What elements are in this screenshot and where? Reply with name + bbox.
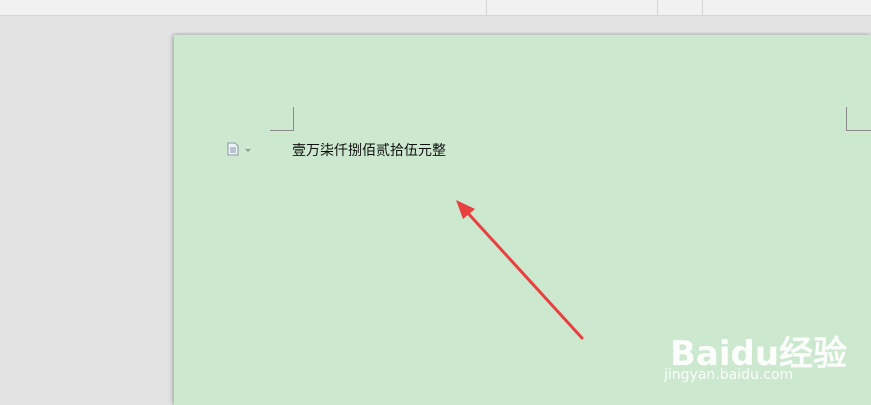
margin-corner-top-right: [846, 107, 871, 131]
paragraph-handle[interactable]: [226, 142, 251, 158]
toolbar-separator: [657, 0, 658, 15]
chevron-down-icon: [245, 148, 251, 152]
ribbon-strip: [0, 0, 871, 16]
toolbar-separator: [702, 0, 703, 15]
document-page[interactable]: 壹万柒仟捌佰贰拾伍元整: [174, 35, 871, 405]
document-icon: [226, 141, 240, 160]
document-body-text[interactable]: 壹万柒仟捌佰贰拾伍元整: [292, 142, 446, 160]
margin-corner-top-left: [270, 107, 294, 131]
toolbar-separator: [486, 0, 487, 15]
